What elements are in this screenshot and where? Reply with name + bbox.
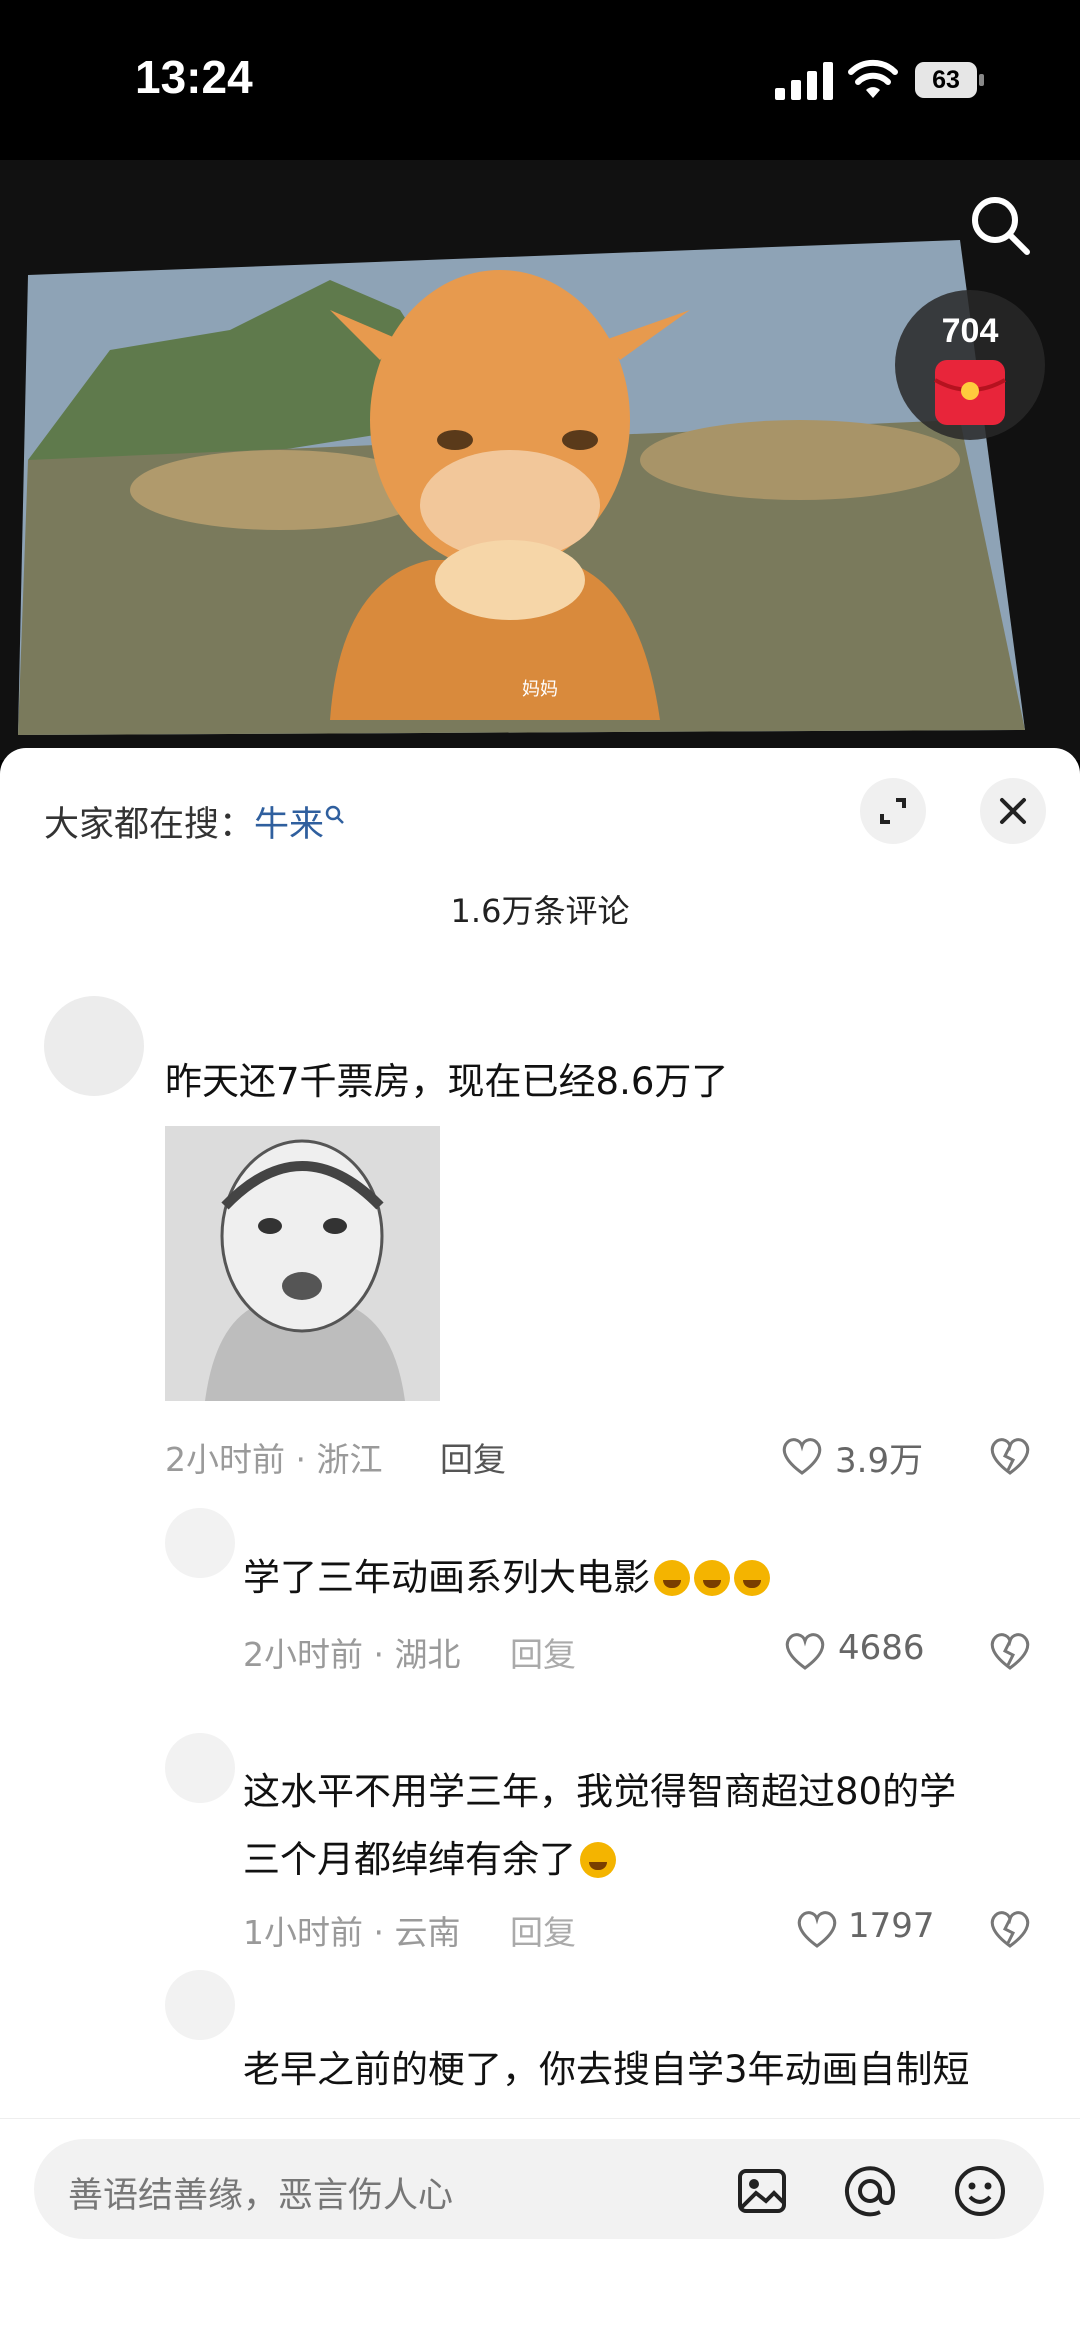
comment-text-content: 三个月都绰绰有余了	[243, 1838, 576, 1881]
comment-text: 老早之前的梗了，你去搜自学3年动画自制短	[243, 2048, 970, 2091]
like-count: 3.9万	[835, 1441, 924, 1481]
search-icon[interactable]	[965, 190, 1035, 260]
comment-image[interactable]	[165, 1126, 440, 1401]
expand-icon	[880, 798, 906, 824]
broken-heart-icon[interactable]	[988, 1631, 1032, 1671]
status-bar: 13:24 63	[0, 0, 1080, 160]
broken-heart-icon[interactable]	[988, 1436, 1032, 1476]
emoji-icon[interactable]	[952, 2163, 1008, 2219]
hot-search-term[interactable]: 牛来	[254, 805, 324, 845]
comment-text: 昨天还7千票房，现在已经8.6万了	[165, 1060, 729, 1103]
laugh-cry-emoji-icon	[694, 1560, 730, 1596]
grin-sweat-emoji-icon	[580, 1842, 616, 1878]
like-count: 1797	[848, 1906, 935, 1946]
red-packet-icon	[934, 360, 1006, 425]
avatar[interactable]	[165, 1508, 235, 1578]
video-frame	[0, 160, 1080, 760]
comment-meta: 2小时前 · 浙江	[165, 1440, 383, 1479]
close-button[interactable]	[980, 778, 1046, 844]
red-packet-widget[interactable]: 704	[895, 290, 1045, 440]
reply-button[interactable]: 回复	[510, 1906, 576, 1954]
comment-input-placeholder: 善语结善缘，恶言伤人心	[68, 2176, 454, 2216]
meme-drawing	[165, 1126, 440, 1401]
comment-sheet: 大家都在搜：牛来 1.6万条评论 昨天还7千票房，现在已经8.6万了 2小时前 …	[0, 748, 1080, 2341]
heart-icon[interactable]	[783, 1631, 827, 1671]
avatar[interactable]	[165, 1733, 235, 1803]
wifi-icon	[848, 59, 898, 98]
comment-text: 学了三年动画系列大电影	[243, 1544, 770, 1612]
comment-text-content: 学了三年动画系列大电影	[243, 1556, 650, 1599]
heart-icon[interactable]	[780, 1436, 824, 1476]
comment-text-line2: 三个月都绰绰有余了	[243, 1826, 616, 1894]
comment-meta: 2小时前 · 湖北	[243, 1635, 461, 1674]
image-icon[interactable]	[734, 2163, 790, 2219]
heart-icon[interactable]	[795, 1909, 839, 1949]
hot-search-prefix: 大家都在搜：	[44, 805, 255, 845]
hot-search[interactable]: 大家都在搜：牛来	[44, 796, 346, 847]
avatar[interactable]	[165, 1970, 235, 2040]
comment-input-bar: 善语结善缘，恶言伤人心	[0, 2118, 1080, 2342]
comment-meta: 1小时前 · 云南	[243, 1913, 461, 1952]
comment-count: 1.6万条评论	[450, 892, 630, 930]
reply-button[interactable]: 回复	[510, 1628, 576, 1676]
expand-button[interactable]	[860, 778, 926, 844]
battery-icon: 63	[915, 62, 985, 100]
broken-heart-icon[interactable]	[988, 1909, 1032, 1949]
video-subtitle: 妈妈	[522, 679, 558, 700]
hot-search-icon	[325, 805, 344, 824]
reply-button[interactable]: 回复	[440, 1433, 506, 1481]
red-packet-count: 704	[941, 312, 999, 350]
battery-level: 63	[915, 62, 977, 98]
avatar[interactable]	[44, 996, 144, 1096]
battery-tip	[979, 74, 984, 86]
laugh-cry-emoji-icon	[654, 1560, 690, 1596]
like-count: 4686	[838, 1628, 925, 1668]
signal-icon	[775, 62, 833, 100]
comment-input[interactable]: 善语结善缘，恶言伤人心	[34, 2139, 1044, 2239]
comment-text-line1: 这水平不用学三年，我觉得智商超过80的学	[243, 1770, 957, 1813]
status-time: 13:24	[135, 51, 253, 103]
at-icon[interactable]	[842, 2163, 898, 2219]
laugh-cry-emoji-icon	[734, 1560, 770, 1596]
close-icon	[1000, 798, 1026, 824]
video-player[interactable]: 妈妈	[0, 160, 1080, 760]
